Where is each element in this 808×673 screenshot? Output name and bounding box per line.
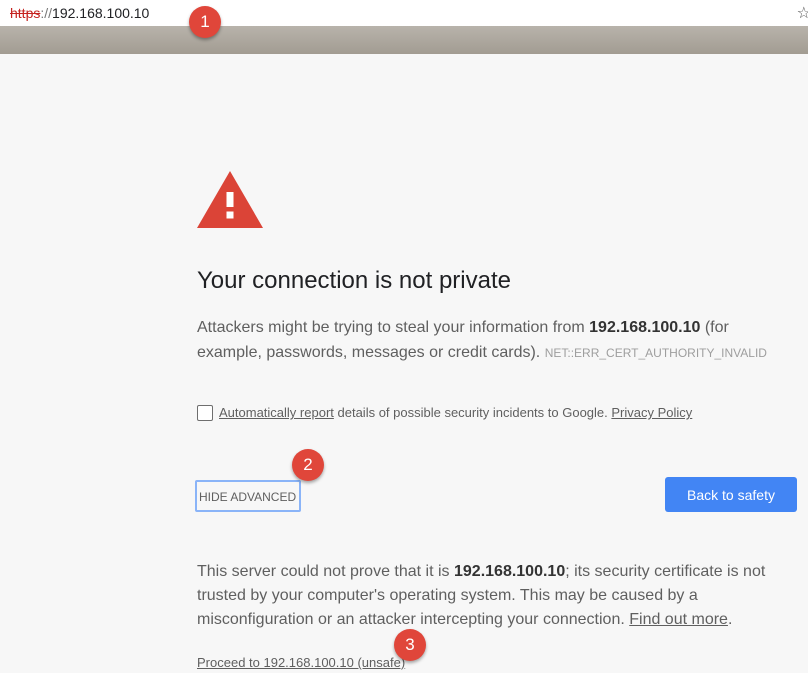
page-title: Your connection is not private (197, 267, 511, 294)
proceed-unsafe-link[interactable]: Proceed to 192.168.100.10 (unsafe) (197, 655, 405, 670)
annotation-badge-1: 1 (189, 6, 221, 38)
advanced-text: This server could not prove that it is (197, 563, 454, 580)
description-host: 192.168.100.10 (589, 319, 701, 336)
hide-advanced-button[interactable]: HIDE ADVANCED (195, 480, 301, 512)
annotation-badge-2: 2 (292, 449, 324, 481)
url-host: 192.168.100.10 (52, 5, 150, 21)
error-description: Attackers might be trying to steal your … (197, 315, 797, 366)
warning-triangle-icon (197, 171, 263, 228)
description-text: Attackers might be trying to steal your … (197, 319, 590, 336)
toolbar-strip (0, 26, 808, 54)
url-text[interactable]: https://192.168.100.10 (10, 5, 149, 21)
privacy-policy-link[interactable]: Privacy Policy (611, 405, 692, 420)
report-checkbox[interactable] (197, 405, 213, 421)
annotation-badge-3: 3 (394, 629, 426, 661)
automatically-report-link[interactable]: Automatically report (219, 405, 334, 420)
advanced-text-end: . (727, 611, 733, 628)
advanced-details: This server could not prove that it is 1… (197, 560, 797, 632)
url-scheme: https (10, 5, 41, 21)
report-label: Automatically report details of possible… (219, 405, 692, 420)
back-to-safety-button[interactable]: Back to safety (665, 477, 797, 512)
star-icon[interactable]: ☆ (797, 3, 808, 22)
url-separator: :// (40, 5, 53, 21)
error-code[interactable]: NET::ERR_CERT_AUTHORITY_INVALID (545, 346, 767, 360)
report-text: details of possible security incidents t… (333, 405, 612, 420)
advanced-host: 192.168.100.10 (454, 563, 566, 580)
address-bar[interactable]: https://192.168.100.10 ☆ (0, 0, 808, 26)
find-out-more-link[interactable]: Find out more (629, 611, 728, 628)
